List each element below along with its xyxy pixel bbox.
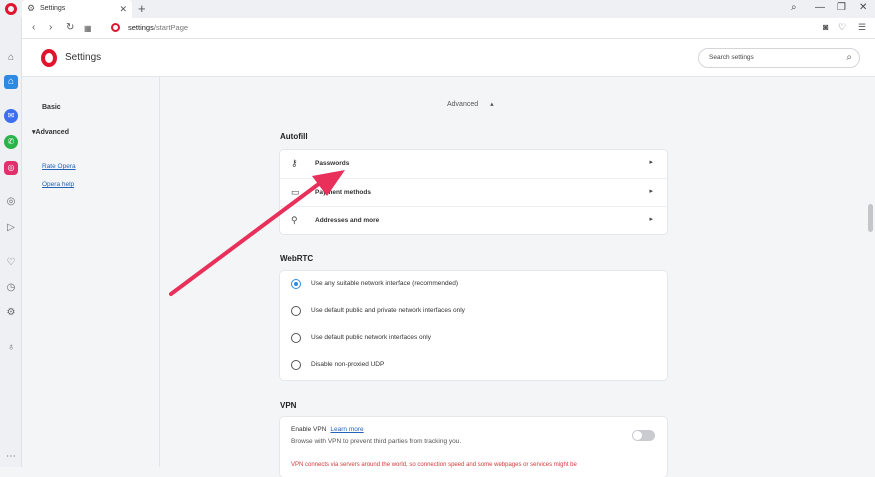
- arrow-shaft: [169, 181, 322, 296]
- annotation-arrow: [169, 170, 345, 296]
